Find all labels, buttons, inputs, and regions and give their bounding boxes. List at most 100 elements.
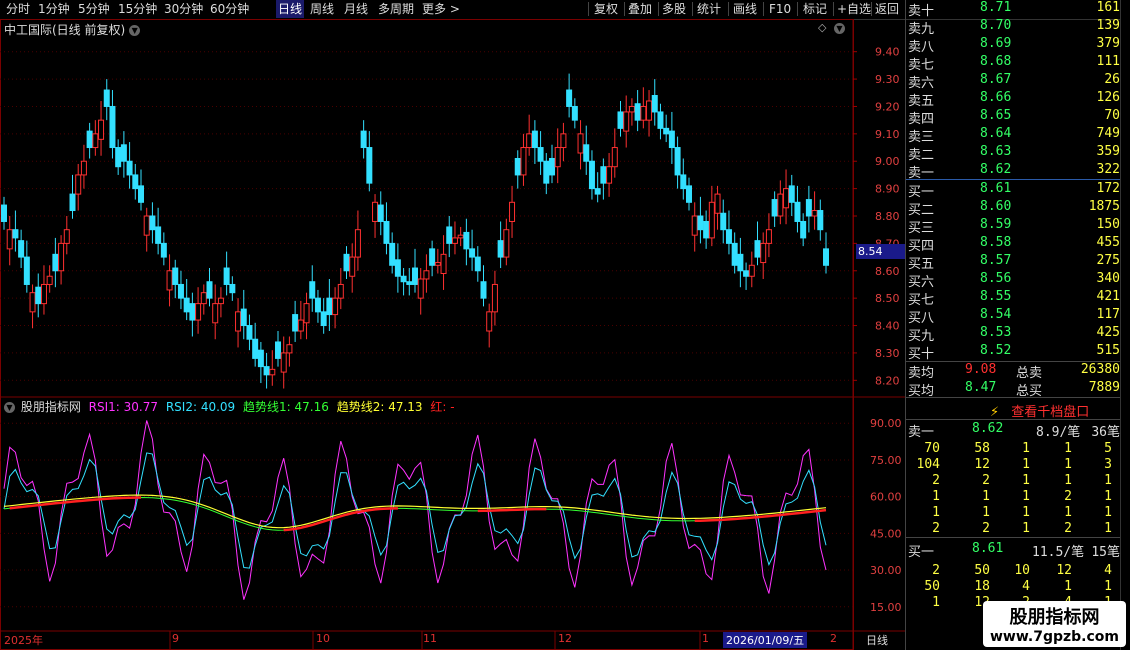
tab-15min[interactable]: 15分钟 — [118, 0, 157, 18]
candle-body — [195, 303, 202, 321]
ask-row[interactable]: 卖八 8.69 379 — [908, 36, 1120, 55]
candle-body — [651, 95, 658, 113]
candle-body — [183, 297, 190, 313]
divider — [906, 419, 1120, 420]
price-axis-label: 8.90 — [875, 183, 900, 196]
ask-row[interactable]: 卖五 8.66 126 — [908, 90, 1120, 109]
bid-row[interactable]: 买七 8.55 421 — [908, 289, 1120, 308]
ask-row[interactable]: 卖二 8.63 359 — [908, 144, 1120, 163]
order-cell: 1 — [1064, 505, 1072, 520]
f10-button[interactable]: F10 — [769, 0, 791, 18]
candle-body — [354, 229, 361, 258]
candle-body — [463, 231, 470, 250]
overlay-button[interactable]: 叠加 — [628, 0, 652, 18]
mark-button[interactable]: 标记 — [803, 0, 827, 18]
order-cell: 1 — [1022, 505, 1030, 520]
tab-1min[interactable]: 1分钟 — [38, 0, 70, 18]
order-cell: 70 — [924, 441, 940, 456]
candle-body — [240, 308, 247, 327]
candle-body — [634, 103, 641, 121]
ask-volume: 161 — [1096, 0, 1120, 15]
cursor-date-label: 2026/01/09/五 — [723, 632, 808, 648]
ask-row[interactable]: 卖四 8.65 70 — [908, 108, 1120, 127]
bid-row[interactable]: 买五 8.57 275 — [908, 253, 1120, 272]
candle-body — [75, 174, 82, 195]
order-cell: 1 — [1022, 489, 1030, 504]
price-axis-label: 8.30 — [875, 347, 900, 360]
candle-body — [480, 281, 487, 299]
toolbar-divider — [588, 2, 589, 16]
ask-row[interactable]: 卖七 8.68 111 — [908, 54, 1120, 73]
bid-row[interactable]: 买十 8.52 515 — [908, 343, 1120, 362]
bid-row[interactable]: 买八 8.54 117 — [908, 307, 1120, 326]
order-cell: 2 — [982, 521, 990, 536]
candle-body — [126, 160, 133, 176]
bid-volume: 1875 — [1088, 199, 1120, 214]
candle-body — [143, 215, 150, 236]
tab-5min[interactable]: 5分钟 — [78, 0, 110, 18]
x-axis-label: 1 — [702, 632, 709, 645]
tab-daily[interactable]: 日线 — [276, 0, 305, 18]
rsi1-label: RSI1: 30.77 — [88, 400, 159, 414]
ask-row[interactable]: 卖一 8.62 322 — [908, 162, 1120, 181]
ask-label: 卖八 — [908, 40, 935, 55]
price-axis-label: 8.50 — [875, 292, 900, 305]
tab-monthly[interactable]: 月线 — [344, 0, 368, 18]
candle-body — [646, 100, 653, 121]
restore-rights-button[interactable]: 复权 — [594, 0, 618, 18]
chevron-down-icon[interactable]: ▼ — [129, 25, 141, 36]
candle-body — [155, 226, 162, 244]
bid-price: 8.57 — [980, 253, 1012, 268]
ask-row[interactable]: 卖六 8.67 26 — [908, 72, 1120, 91]
bid-row[interactable]: 买三 8.59 150 — [908, 217, 1120, 236]
tab-more[interactable]: 更多 > — [422, 0, 460, 18]
tab-30min[interactable]: 30分钟 — [164, 0, 203, 18]
candle-body — [668, 130, 675, 149]
bid-label: 买三 — [908, 221, 935, 236]
tab-fenshi[interactable]: 分时 — [6, 0, 30, 18]
ask-row[interactable]: 卖十 8.71 161 — [908, 0, 1120, 19]
candle-body — [206, 281, 213, 299]
multi-stock-button[interactable]: 多股 — [662, 0, 686, 18]
candle-body — [166, 270, 173, 291]
bid-label: 买二 — [908, 203, 935, 218]
chevron-down-icon[interactable]: ▼ — [4, 402, 15, 413]
tab-multi-period[interactable]: 多周期 — [378, 0, 414, 18]
candle-body — [246, 325, 253, 340]
candle-body — [309, 281, 316, 299]
ask-label: 卖三 — [908, 130, 935, 145]
chart-canvas[interactable]: 9.409.309.209.109.008.908.808.708.608.50… — [0, 19, 905, 650]
order-cell: 10 — [1014, 563, 1030, 578]
back-button[interactable]: 返回 — [875, 0, 899, 18]
bid-row[interactable]: 买二 8.60 1875 — [908, 199, 1120, 218]
candle-body — [383, 220, 390, 244]
statistics-button[interactable]: 统计 — [697, 0, 721, 18]
tab-weekly[interactable]: 周线 — [310, 0, 334, 18]
candle-body — [400, 275, 407, 283]
thousand-book-link[interactable]: ⚡ 查看千档盘口 — [990, 401, 1089, 420]
draw-line-button[interactable]: 画线 — [733, 0, 757, 18]
candle-body — [514, 157, 521, 176]
candle-body — [628, 105, 635, 113]
candle-body — [697, 215, 704, 231]
diamond-icon[interactable]: ◇ — [818, 21, 826, 34]
ask-row[interactable]: 卖九 8.70 139 — [908, 18, 1120, 37]
settings-dropdown-icon[interactable]: ▼ — [834, 21, 845, 35]
bid-row[interactable]: 买四 8.58 455 — [908, 235, 1120, 254]
watermark-line2: www.7gpzb.com — [989, 629, 1119, 645]
price-axis: 9.409.309.209.109.008.908.808.708.608.50… — [870, 46, 902, 614]
bid-label: 买七 — [908, 293, 935, 308]
ask-row[interactable]: 卖三 8.64 749 — [908, 126, 1120, 145]
trend2-line — [3, 496, 827, 531]
bid-row[interactable]: 买一 8.61 172 — [908, 181, 1120, 200]
order-cell: 1 — [1022, 441, 1030, 456]
order-cell: 4 — [1022, 579, 1030, 594]
candle-body — [640, 105, 647, 121]
bid-row[interactable]: 买九 8.53 425 — [908, 325, 1120, 344]
ask-volume: 379 — [1096, 36, 1120, 51]
bid-row[interactable]: 买六 8.56 340 — [908, 271, 1120, 290]
tab-60min[interactable]: 60分钟 — [210, 0, 249, 18]
ask-label: 卖七 — [908, 58, 935, 73]
add-watchlist-button[interactable]: +自选 — [837, 0, 871, 18]
order-cell: 1 — [1022, 457, 1030, 472]
